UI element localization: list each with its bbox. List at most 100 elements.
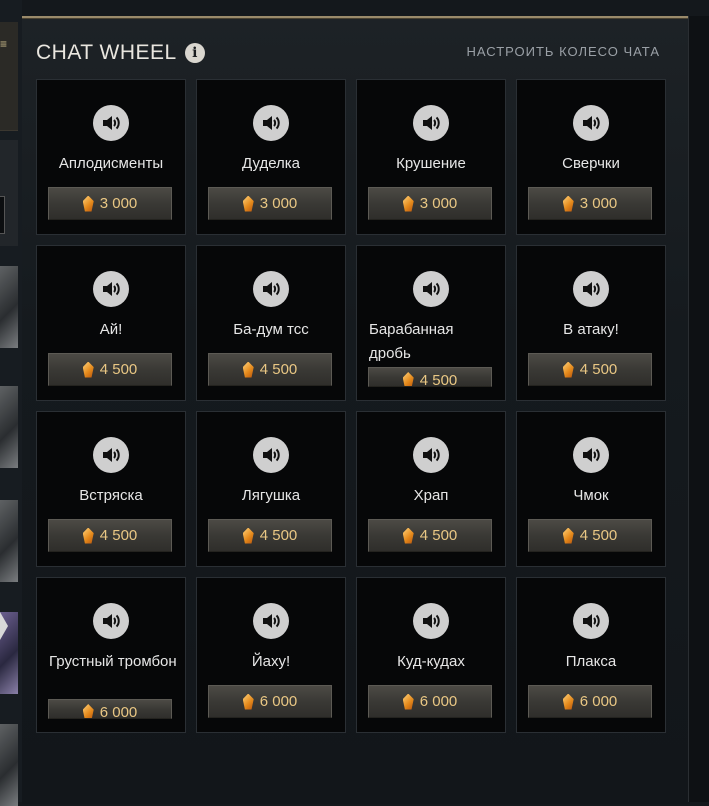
speaker-icon[interactable]	[253, 603, 289, 639]
buy-button[interactable]: 4 500	[528, 519, 652, 552]
buy-button[interactable]: 4 500	[48, 353, 172, 386]
sound-card[interactable]: Йаху! 6 000	[196, 577, 346, 733]
shard-icon	[242, 361, 254, 378]
sound-name: Куд-кудах	[397, 653, 465, 670]
sound-name: Храп	[413, 487, 449, 504]
sound-name: Барабанная дробь	[369, 321, 454, 362]
price: 3 000	[99, 195, 138, 212]
side-input[interactable]	[0, 196, 5, 234]
price: 4 500	[419, 527, 458, 544]
buy-button[interactable]: 6 000	[208, 685, 332, 718]
buy-button[interactable]: 4 500	[48, 519, 172, 552]
buy-button[interactable]: 4 500	[208, 353, 332, 386]
speaker-icon[interactable]	[413, 437, 449, 473]
customize-chat-wheel-link[interactable]: НАСТРОИТЬ КОЛЕСО ЧАТА	[466, 44, 660, 59]
speaker-icon[interactable]	[253, 105, 289, 141]
sound-name: В атаку!	[563, 321, 619, 338]
speaker-icon[interactable]	[573, 603, 609, 639]
sound-card[interactable]: Чмок 4 500	[516, 411, 666, 567]
sound-name: Чмок	[573, 487, 609, 504]
speaker-icon[interactable]	[573, 271, 609, 307]
sound-card[interactable]: Храп 4 500	[356, 411, 506, 567]
sound-name: Ай!	[99, 321, 123, 338]
chat-wheel-grid: Аплодисменты 3 000 Дуделка 3 000 Крушени…	[36, 79, 666, 733]
price: 3 000	[419, 195, 458, 212]
buy-button[interactable]: 6 000	[48, 699, 172, 719]
side-thumbnail[interactable]	[0, 266, 18, 348]
sound-name: Дуделка	[241, 155, 301, 172]
sound-name: Ба-дум тсс	[233, 321, 309, 338]
sound-name: Плакса	[565, 653, 617, 670]
shard-icon	[82, 361, 94, 378]
shard-icon	[82, 195, 94, 212]
shard-icon	[242, 527, 254, 544]
speaker-icon[interactable]	[93, 437, 129, 473]
shard-icon	[242, 693, 254, 710]
sound-name: Крушение	[396, 155, 466, 172]
sound-card[interactable]: Встряска 4 500	[36, 411, 186, 567]
price: 4 500	[419, 372, 458, 387]
sound-card[interactable]: Ай! 4 500	[36, 245, 186, 401]
sound-name: Лягушка	[241, 487, 301, 504]
side-thumbnail[interactable]	[0, 500, 18, 582]
price: 4 500	[99, 527, 138, 544]
side-thumbnail[interactable]	[0, 386, 18, 468]
speaker-icon[interactable]	[93, 105, 129, 141]
speaker-icon[interactable]	[93, 603, 129, 639]
sound-card[interactable]: Барабанная дробь 4 500	[356, 245, 506, 401]
sound-card[interactable]: Дуделка 3 000	[196, 79, 346, 235]
sound-card[interactable]: Сверчки 3 000	[516, 79, 666, 235]
shard-icon	[82, 527, 94, 544]
chat-wheel-panel: CHAT WHEEL i НАСТРОИТЬ КОЛЕСО ЧАТА Аплод…	[22, 16, 690, 804]
speaker-icon[interactable]	[413, 105, 449, 141]
speaker-icon[interactable]	[253, 271, 289, 307]
sound-name: Йаху!	[251, 653, 291, 670]
panel-title: CHAT WHEEL	[36, 41, 177, 64]
price: 3 000	[579, 195, 618, 212]
shard-icon	[562, 527, 574, 544]
buy-button[interactable]: 4 500	[368, 519, 492, 552]
buy-button[interactable]: 3 000	[48, 187, 172, 220]
sound-card[interactable]: Аплодисменты 3 000	[36, 79, 186, 235]
shard-icon	[562, 195, 574, 212]
sound-name: Аплодисменты	[58, 155, 164, 172]
buy-button[interactable]: 3 000	[368, 187, 492, 220]
sound-card[interactable]: Лягушка 4 500	[196, 411, 346, 567]
shard-icon	[242, 195, 254, 212]
shard-icon	[562, 361, 574, 378]
speaker-icon[interactable]	[93, 271, 129, 307]
speaker-icon[interactable]	[413, 603, 449, 639]
buy-button[interactable]: 3 000	[208, 187, 332, 220]
sound-card[interactable]: Ба-дум тсс 4 500	[196, 245, 346, 401]
speaker-icon[interactable]	[573, 437, 609, 473]
price: 3 000	[259, 195, 298, 212]
sound-card[interactable]: Грустный тромбон 6 000	[36, 577, 186, 733]
speaker-icon[interactable]	[413, 271, 449, 307]
info-icon[interactable]: i	[184, 43, 205, 63]
price: 4 500	[259, 361, 298, 378]
price: 4 500	[259, 527, 298, 544]
buy-button[interactable]: 4 500	[528, 353, 652, 386]
sound-card[interactable]: Крушение 3 000	[356, 79, 506, 235]
speaker-icon[interactable]	[573, 105, 609, 141]
panel-header: CHAT WHEEL i	[36, 39, 205, 67]
shard-icon	[402, 527, 414, 544]
buy-button[interactable]: 6 000	[368, 685, 492, 718]
sound-card[interactable]: Плакса 6 000	[516, 577, 666, 733]
price: 4 500	[579, 361, 618, 378]
buy-button[interactable]: 6 000	[528, 685, 652, 718]
menu-icon: ≡	[0, 37, 8, 51]
price: 4 500	[579, 527, 618, 544]
shard-icon	[402, 372, 414, 386]
panel-scroll-edge	[688, 16, 709, 802]
speaker-icon[interactable]	[253, 437, 289, 473]
sound-card[interactable]: Куд-кудах 6 000	[356, 577, 506, 733]
shard-icon	[402, 693, 414, 710]
buy-button[interactable]: 4 500	[368, 367, 492, 387]
side-thumbnail[interactable]	[0, 724, 18, 806]
buy-button[interactable]: 4 500	[208, 519, 332, 552]
sound-card[interactable]: В атаку! 4 500	[516, 245, 666, 401]
shard-icon	[82, 704, 94, 718]
buy-button[interactable]: 3 000	[528, 187, 652, 220]
shard-icon	[402, 195, 414, 212]
